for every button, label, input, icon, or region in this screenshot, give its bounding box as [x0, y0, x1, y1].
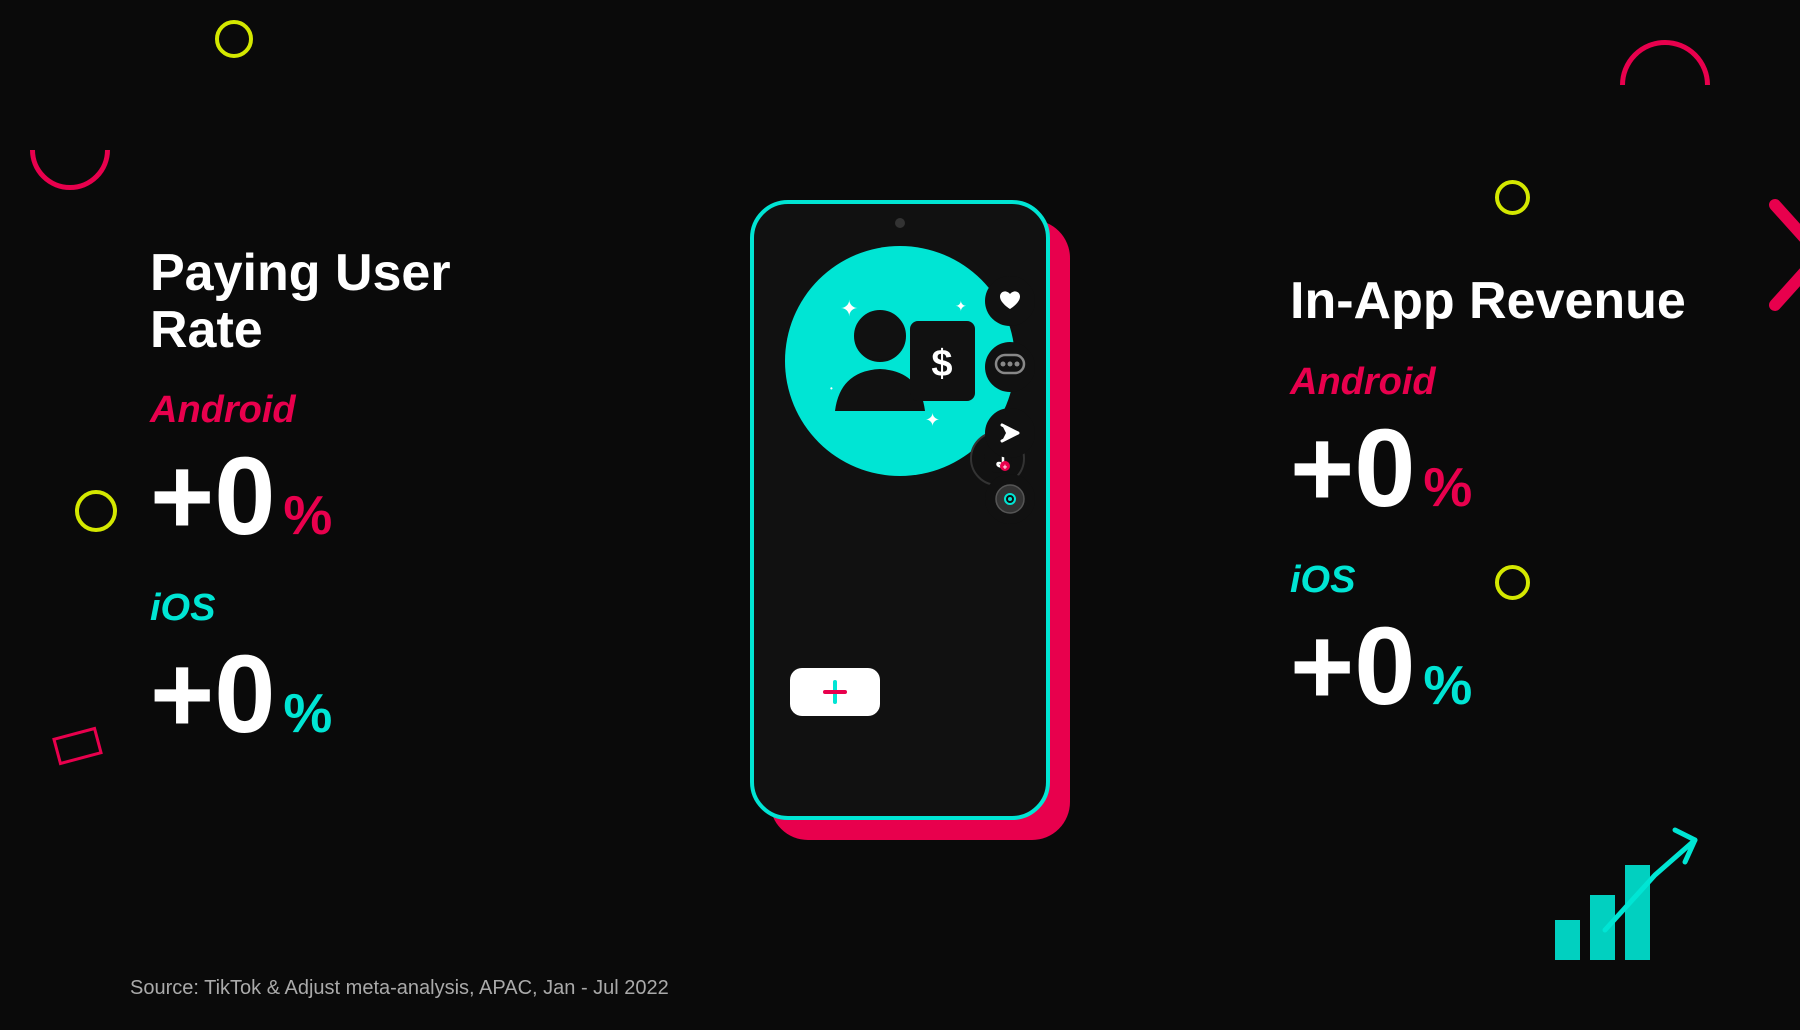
left-android-label: Android: [150, 389, 570, 432]
svg-text:✦: ✦: [840, 296, 858, 321]
deco-circle-topcenter: [215, 20, 253, 58]
right-android-percent: %: [1423, 460, 1472, 515]
heart-btn: [985, 276, 1035, 326]
add-video-btn: [790, 668, 880, 716]
left-ios-percent: %: [283, 686, 332, 741]
deco-arc-topleft: [30, 110, 110, 190]
phone-hero-circle: $ ✦ ✦ ✦ •: [785, 246, 1015, 476]
right-section: In-App Revenue Android +0 % iOS +0 %: [1230, 273, 1800, 756]
right-android-label: Android: [1290, 361, 1800, 404]
svg-text:$: $: [931, 343, 952, 385]
left-ios-metric-row: +0 %: [150, 640, 570, 750]
right-ios-percent: %: [1423, 658, 1472, 713]
left-android-metric-row: +0 %: [150, 442, 570, 552]
right-ios-label: iOS: [1290, 559, 1800, 602]
deco-circle-topright: [1495, 180, 1530, 215]
phone-inner: $ ✦ ✦ ✦ •: [750, 200, 1050, 820]
svg-text:✦: ✦: [925, 410, 940, 430]
right-ios-metric-row: +0 %: [1290, 612, 1800, 722]
left-ios-value: +0: [150, 640, 275, 750]
music-btn-side: [985, 474, 1035, 524]
svg-text:•: •: [830, 384, 833, 393]
center-phone: $ ✦ ✦ ✦ •: [740, 190, 1060, 840]
deco-chart-bottomright: [1545, 810, 1745, 975]
phone-action-buttons: [985, 276, 1035, 524]
phone-screen: $ ✦ ✦ ✦ •: [770, 236, 1030, 736]
hero-icon-svg: $ ✦ ✦ ✦ •: [810, 281, 990, 441]
left-ios-label: iOS: [150, 587, 570, 630]
right-title: In-App Revenue: [1290, 273, 1800, 330]
svg-text:✦: ✦: [955, 298, 967, 314]
phone-camera: [895, 218, 905, 228]
right-ios-value: +0: [1290, 612, 1415, 722]
deco-arc-topright: [1620, 40, 1710, 130]
share-btn: [985, 408, 1035, 458]
source-text: Source: TikTok & Adjust meta-analysis, A…: [130, 977, 669, 1000]
comment-btn: [985, 342, 1035, 392]
right-android-metric-row: +0 %: [1290, 414, 1800, 524]
phone-bottom-bar: [790, 668, 1010, 716]
left-android-value: +0: [150, 442, 275, 552]
left-android-percent: %: [283, 488, 332, 543]
right-android-value: +0: [1290, 414, 1415, 524]
left-title: Paying User Rate: [150, 245, 570, 359]
page-container: Paying User Rate Android +0 % iOS +0 %: [0, 0, 1800, 1030]
left-section: Paying User Rate Android +0 % iOS +0 %: [0, 245, 570, 785]
